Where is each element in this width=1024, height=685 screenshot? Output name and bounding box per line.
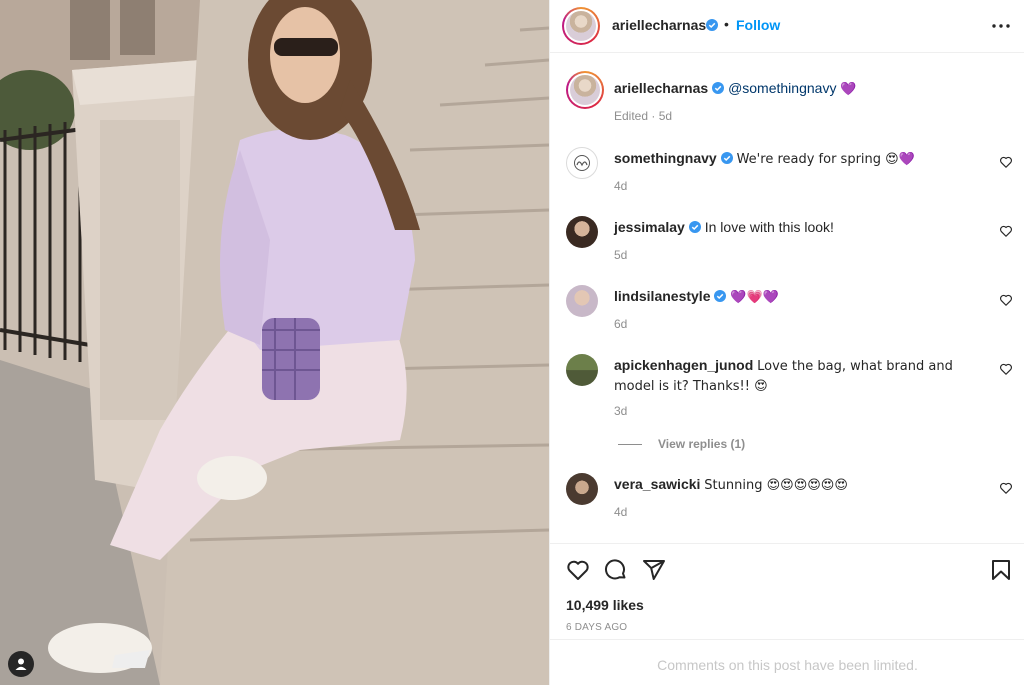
caption-meta: Edited · 5d — [614, 109, 673, 123]
user-tags-button[interactable] — [8, 651, 34, 677]
share-icon[interactable] — [642, 558, 666, 582]
comment-item: apickenhagen_junod Love the bag, what br… — [566, 354, 1013, 424]
caption-username[interactable]: ariellecharnas — [614, 80, 708, 96]
comment-username[interactable]: apickenhagen_junod — [614, 357, 753, 373]
comment-age: 4d — [614, 505, 628, 519]
comment-item: jessimalay In love with this look! 5d — [566, 216, 1013, 266]
post-actions-bar: 10,499 likes 6 DAYS AGO — [550, 543, 1024, 639]
comment-text: lindsilanestyle 💜💗💜 — [614, 287, 986, 307]
post-photo[interactable] — [0, 0, 549, 685]
commenter-avatar[interactable] — [566, 354, 598, 386]
view-replies-label: View replies (1) — [658, 437, 746, 451]
user-tags-icon — [15, 658, 27, 670]
comment-item: lindsilanestyle 💜💗💜 6d — [566, 285, 1013, 335]
commenter-avatar[interactable] — [566, 147, 598, 179]
comment-age: 6d — [614, 317, 628, 331]
comment-icon[interactable] — [604, 558, 628, 582]
caption-text: ariellecharnas @somethingnavy 💜 — [614, 79, 986, 99]
follow-button[interactable]: Follow — [736, 17, 780, 33]
replies-divider — [618, 443, 642, 445]
author-avatar[interactable] — [562, 7, 600, 45]
comment-username[interactable]: somethingnavy — [614, 150, 717, 166]
comment-body: In love with this look! — [704, 219, 834, 235]
comment-body: Stunning 😍😍😍😍😍😍 — [704, 478, 848, 493]
verified-badge-icon — [706, 19, 718, 31]
somethingnavy-logo-icon — [574, 155, 590, 171]
verified-badge-icon — [712, 82, 725, 94]
comment-username[interactable]: vera_sawicki — [614, 476, 700, 492]
caption-author-avatar[interactable] — [566, 71, 604, 109]
like-comment-heart-icon[interactable] — [999, 224, 1013, 238]
verified-badge-icon — [714, 290, 727, 302]
verified-badge-icon — [720, 152, 733, 164]
comment-age: 5d — [614, 248, 628, 262]
comment-item: somethingnavy We're ready for spring 😍💜 … — [566, 147, 1013, 197]
like-comment-heart-icon[interactable] — [999, 293, 1013, 307]
more-options-button[interactable] — [991, 16, 1011, 36]
comment-age: 3d — [614, 404, 628, 418]
commenter-avatar[interactable] — [566, 285, 598, 317]
comment-item: vera_sawicki Stunning 😍😍😍😍😍😍 4d — [566, 473, 1013, 523]
heart-icon[interactable] — [566, 558, 590, 582]
comment-age: 4d — [614, 179, 628, 193]
comment-text: vera_sawicki Stunning 😍😍😍😍😍😍 — [614, 475, 986, 495]
like-comment-heart-icon[interactable] — [999, 481, 1013, 495]
posted-time: 6 DAYS AGO — [566, 622, 628, 633]
likes-count[interactable]: 10,499 likes — [566, 597, 644, 613]
like-comment-heart-icon[interactable] — [999, 155, 1013, 169]
bookmark-icon[interactable] — [989, 558, 1013, 582]
post-photo-illustration — [0, 0, 549, 685]
commenter-avatar[interactable] — [566, 473, 598, 505]
view-replies-button[interactable]: View replies (1) — [618, 437, 745, 451]
comment-body: We're ready for spring 😍💜 — [736, 152, 915, 167]
comment-text: jessimalay In love with this look! — [614, 218, 986, 236]
more-options-icon — [992, 24, 1010, 28]
verified-badge-icon — [688, 221, 701, 233]
comment-username[interactable]: jessimalay — [614, 219, 685, 235]
caption-emoji: 💜 — [840, 82, 857, 97]
like-comment-heart-icon[interactable] — [999, 362, 1013, 376]
comment-username[interactable]: lindsilanestyle — [614, 288, 710, 304]
comments-limited-notice: Comments on this post have been limited. — [550, 639, 1024, 685]
commenter-avatar[interactable] — [566, 216, 598, 248]
author-username[interactable]: ariellecharnas — [612, 17, 706, 33]
post-header: ariellecharnas • Follow — [550, 0, 1024, 53]
comments-list[interactable]: ariellecharnas @somethingnavy 💜 Edited ·… — [550, 53, 1024, 543]
post-side-panel: ariellecharnas • Follow ariellecharnas @… — [549, 0, 1024, 685]
caption-mention[interactable]: @somethingnavy — [728, 80, 836, 96]
header-separator: • — [724, 16, 729, 32]
comment-text: somethingnavy We're ready for spring 😍💜 — [614, 149, 986, 169]
comment-text: apickenhagen_junod Love the bag, what br… — [614, 356, 986, 396]
comment-body: 💜💗💜 — [730, 290, 779, 305]
post-caption: ariellecharnas @somethingnavy 💜 Edited ·… — [566, 71, 1011, 131]
